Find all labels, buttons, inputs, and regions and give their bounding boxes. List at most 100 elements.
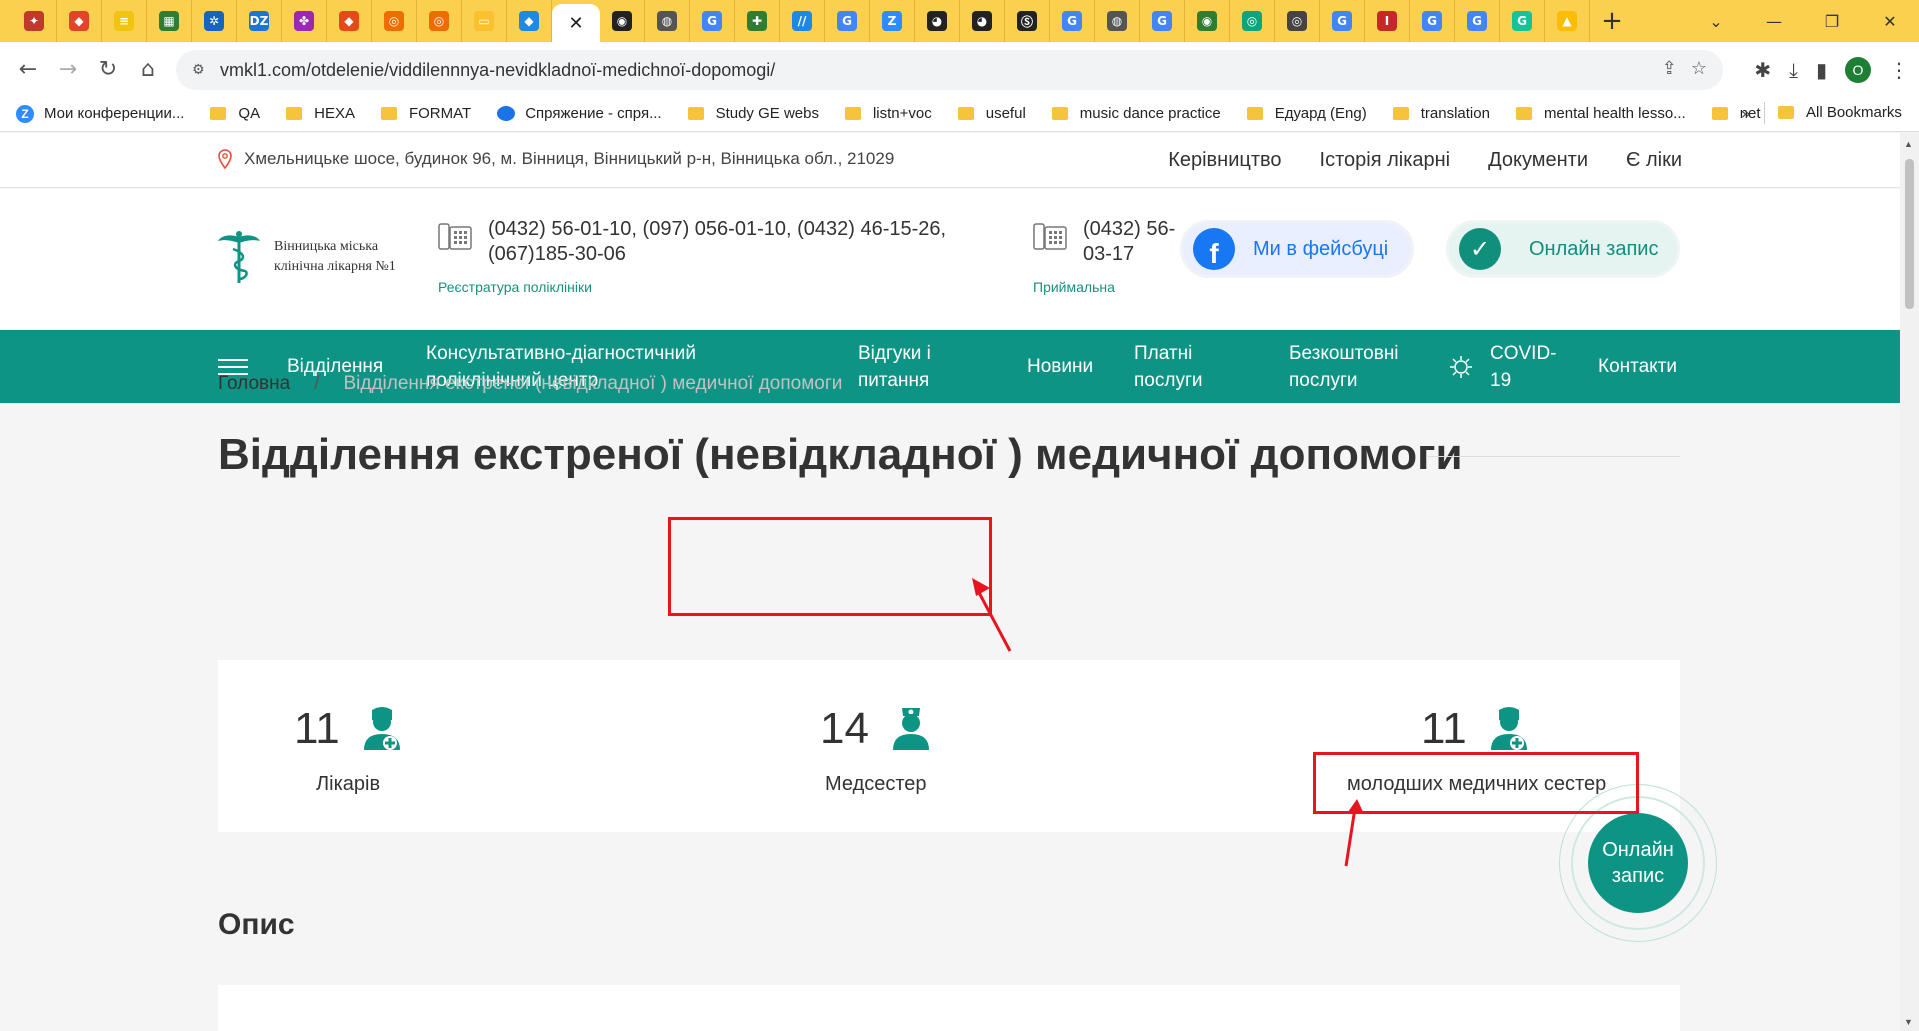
bookmark-item[interactable]: FORMAT bbox=[380, 105, 472, 122]
phone-registry-line-2[interactable]: (067)185-30-06 bbox=[488, 242, 946, 267]
browser-tab[interactable]: G bbox=[690, 0, 735, 42]
scroll-up-icon[interactable]: ▲ bbox=[1904, 139, 1913, 149]
browser-tab[interactable]: ✲ bbox=[192, 0, 237, 42]
bookmark-item[interactable]: Спряжение - спря... bbox=[497, 105, 662, 122]
browser-tab[interactable]: G bbox=[1050, 0, 1095, 42]
bookmark-item[interactable]: HEXA bbox=[286, 105, 355, 122]
stat-doctors-value: 11 bbox=[294, 704, 340, 753]
online-booking-fab[interactable]: Онлайн запис bbox=[1588, 813, 1688, 913]
nav-contacts[interactable]: Контакти bbox=[1598, 353, 1677, 380]
scroll-down-icon[interactable]: ▼ bbox=[1904, 1017, 1913, 1027]
bookmark-item[interactable]: Z Мои конференции... bbox=[16, 104, 184, 123]
browser-tab[interactable]: Z bbox=[870, 0, 915, 42]
browser-tab[interactable]: G bbox=[1500, 0, 1545, 42]
browser-tab[interactable]: G bbox=[825, 0, 870, 42]
forward-icon[interactable]: → bbox=[48, 49, 88, 89]
phone-reception-line-1[interactable]: (0432) 56- bbox=[1083, 217, 1175, 242]
url-text[interactable]: vmkl1.com/otdelenie/viddilennnya-nevidkl… bbox=[220, 60, 775, 81]
share-icon[interactable]: ⇪ bbox=[1662, 58, 1677, 79]
browser-tab[interactable]: ◉ bbox=[600, 0, 645, 42]
browser-tab[interactable]: G bbox=[1455, 0, 1500, 42]
bookmark-label: FORMAT bbox=[408, 105, 472, 122]
profile-avatar[interactable]: O bbox=[1845, 57, 1871, 83]
close-window-icon[interactable]: ✕ bbox=[1861, 0, 1919, 42]
top-link-documents[interactable]: Документи bbox=[1488, 149, 1588, 172]
home-icon[interactable]: ⌂ bbox=[128, 49, 168, 89]
browser-tab[interactable]: ◎ bbox=[417, 0, 462, 42]
site-info-icon[interactable]: ⚙ bbox=[192, 62, 212, 78]
browser-tab[interactable]: ◉ bbox=[1185, 0, 1230, 42]
hospital-logo[interactable]: Вінницька міська клінічна лікарня №1 bbox=[216, 229, 396, 285]
bookmark-item[interactable]: net bbox=[1711, 105, 1761, 122]
browser-tab[interactable]: ◍ bbox=[645, 0, 690, 42]
browser-tab[interactable]: ▦ bbox=[147, 0, 192, 42]
extensions-icon[interactable]: ✱ bbox=[1754, 58, 1771, 82]
browser-tab[interactable]: I bbox=[1365, 0, 1410, 42]
folder-icon bbox=[957, 107, 974, 120]
back-icon[interactable]: ← bbox=[8, 49, 48, 89]
nav-covid[interactable]: COVID- 19 bbox=[1490, 340, 1557, 394]
browser-tab[interactable]: Ⓢ bbox=[1005, 0, 1050, 42]
phone-reception-line-2[interactable]: 03-17 bbox=[1083, 242, 1175, 267]
browser-tab[interactable]: ▲ bbox=[1545, 0, 1590, 42]
bookmark-item[interactable]: music dance practice bbox=[1051, 105, 1221, 122]
browser-tab[interactable]: ◕ bbox=[915, 0, 960, 42]
top-link-history[interactable]: Історія лікарні bbox=[1320, 149, 1451, 172]
bookmarks-overflow-icon[interactable]: » bbox=[1741, 104, 1751, 123]
browser-tab[interactable]: ◎ bbox=[1275, 0, 1320, 42]
browser-tab[interactable]: G bbox=[1320, 0, 1365, 42]
page-scrollbar[interactable]: ▲ ▼ bbox=[1900, 133, 1919, 1031]
browser-tab[interactable]: ◍ bbox=[1095, 0, 1140, 42]
browser-tab[interactable]: ◆ bbox=[507, 0, 552, 42]
browser-tab[interactable]: DZ bbox=[237, 0, 282, 42]
restore-icon[interactable]: ❐ bbox=[1803, 0, 1861, 42]
browser-tab[interactable]: ▭ bbox=[462, 0, 507, 42]
new-tab-button[interactable]: + bbox=[1590, 6, 1634, 36]
side-panel-icon[interactable]: ▮ bbox=[1816, 58, 1827, 82]
breadcrumb-home[interactable]: Головна bbox=[218, 373, 290, 395]
bookmark-item[interactable]: mental health lesso... bbox=[1515, 105, 1686, 122]
browser-tab[interactable]: G bbox=[1410, 0, 1455, 42]
nav-free-services[interactable]: Безкоштовні послуги bbox=[1289, 340, 1399, 394]
bookmark-item[interactable]: useful bbox=[957, 105, 1026, 122]
active-tab[interactable]: ✕ bbox=[552, 4, 600, 42]
browser-tab[interactable]: ◆ bbox=[57, 0, 102, 42]
bookmark-item[interactable]: Едуард (Eng) bbox=[1246, 105, 1367, 122]
bookmark-item[interactable]: QA bbox=[210, 105, 260, 122]
browser-tab[interactable]: ◆ bbox=[327, 0, 372, 42]
facebook-button[interactable]: f Ми в фейсбуці bbox=[1180, 220, 1414, 278]
bookmark-item[interactable]: Study GE webs bbox=[687, 105, 819, 122]
browser-tab[interactable]: ≡ bbox=[102, 0, 147, 42]
bookmark-item[interactable]: translation bbox=[1392, 105, 1490, 122]
browser-tab[interactable]: ✤ bbox=[282, 0, 327, 42]
tab-search-icon[interactable]: ⌄ bbox=[1687, 0, 1745, 42]
top-link-medicines[interactable]: Є ліки bbox=[1626, 149, 1682, 172]
fab-line-2: запис bbox=[1611, 865, 1665, 887]
top-link-management[interactable]: Керівництво bbox=[1168, 149, 1281, 172]
bookmark-item[interactable]: listn+voc bbox=[844, 105, 932, 122]
online-booking-button[interactable]: ✓ Онлайн запис bbox=[1446, 220, 1680, 278]
download-icon[interactable]: ⤓ bbox=[1789, 58, 1798, 82]
nav-free-line-2: послуги bbox=[1289, 370, 1358, 391]
menu-icon[interactable]: ⋮ bbox=[1889, 58, 1909, 82]
address-text: Хмельницьке шосе, будинок 96, м. Вінниця… bbox=[244, 149, 895, 168]
phone-registry-line-1[interactable]: (0432) 56-01-10, (097) 056-01-10, (0432)… bbox=[488, 217, 946, 242]
nav-reviews[interactable]: Відгуки і питання bbox=[858, 340, 931, 394]
bookmark-label: QA bbox=[238, 105, 261, 122]
google-icon: G bbox=[1062, 11, 1082, 31]
browser-tab[interactable]: ◎ bbox=[372, 0, 417, 42]
browser-tab[interactable]: ✚ bbox=[735, 0, 780, 42]
browser-tab[interactable]: ✦ bbox=[12, 0, 57, 42]
browser-tab[interactable]: G bbox=[1140, 0, 1185, 42]
reload-icon[interactable]: ↻ bbox=[88, 49, 128, 89]
all-bookmarks[interactable]: All Bookmarks bbox=[1778, 104, 1902, 121]
minimize-icon[interactable]: — bbox=[1745, 0, 1803, 42]
nav-news[interactable]: Новини bbox=[1027, 353, 1093, 380]
address-bar[interactable]: ⚙ vmkl1.com/otdelenie/viddilennnya-nevid… bbox=[176, 50, 1723, 90]
browser-tab[interactable]: ◕ bbox=[960, 0, 1005, 42]
bookmark-star-icon[interactable]: ☆ bbox=[1691, 58, 1707, 79]
scrollbar-thumb[interactable] bbox=[1905, 159, 1914, 309]
nav-paid-services[interactable]: Платні послуги bbox=[1134, 340, 1203, 394]
browser-tab[interactable]: ◎ bbox=[1230, 0, 1275, 42]
browser-tab[interactable]: // bbox=[780, 0, 825, 42]
